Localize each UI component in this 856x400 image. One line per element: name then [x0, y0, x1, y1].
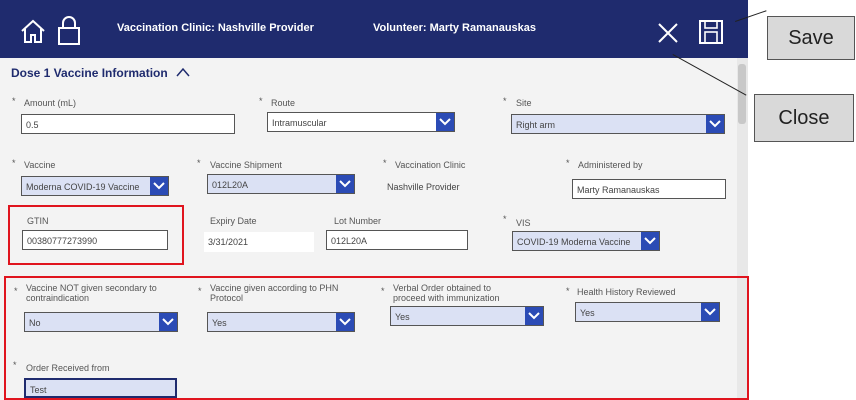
- save-icon[interactable]: [698, 19, 724, 45]
- lot-input[interactable]: 012L20A: [326, 230, 468, 250]
- gtin-highlight-box: [8, 205, 184, 265]
- consent-highlight-box: [4, 276, 749, 400]
- required-marker: *: [503, 96, 507, 106]
- chevron-down-icon[interactable]: [436, 113, 454, 131]
- route-select[interactable]: Intramuscular: [267, 112, 455, 132]
- section-title: Dose 1 Vaccine Information: [11, 66, 168, 80]
- amount-input[interactable]: 0.5: [21, 114, 235, 134]
- site-value: Right arm: [516, 120, 556, 130]
- vis-select[interactable]: COVID-19 Moderna Vaccine: [512, 231, 660, 251]
- lock-icon[interactable]: [56, 14, 82, 46]
- vis-value: COVID-19 Moderna Vaccine: [517, 237, 631, 247]
- chevron-down-icon[interactable]: [336, 175, 354, 193]
- expiry-value: 3/31/2021: [204, 232, 314, 252]
- required-marker: *: [12, 96, 16, 106]
- chevron-down-icon[interactable]: [706, 115, 724, 133]
- close-icon[interactable]: [657, 22, 679, 44]
- chevron-down-icon[interactable]: [641, 232, 659, 250]
- vis-label: VIS: [516, 218, 531, 228]
- home-icon[interactable]: [20, 18, 46, 44]
- required-marker: *: [197, 158, 201, 168]
- site-select[interactable]: Right arm: [511, 114, 725, 134]
- chevron-down-icon[interactable]: [150, 177, 168, 195]
- route-value: Intramuscular: [272, 118, 327, 128]
- vaccine-select[interactable]: Moderna COVID-19 Vaccine: [21, 176, 169, 196]
- required-marker: *: [12, 158, 16, 168]
- expiry-label: Expiry Date: [210, 216, 257, 226]
- site-label: Site: [516, 98, 532, 108]
- route-label: Route: [271, 98, 296, 108]
- volunteer-name: Volunteer: Marty Ramanauskas: [373, 22, 537, 34]
- shipment-select[interactable]: 012L20A: [207, 174, 355, 194]
- clinic-title: Vaccination Clinic: Nashville Provider: [117, 22, 314, 34]
- shipment-value: 012L20A: [212, 180, 249, 190]
- amount-label: Amount (mL): [24, 98, 77, 108]
- lot-label: Lot Number: [334, 216, 382, 226]
- shipment-label: Vaccine Shipment: [210, 160, 282, 170]
- vaccine-value: Moderna COVID-19 Vaccine: [26, 182, 140, 192]
- clinic-value: Nashville Provider: [387, 182, 460, 192]
- required-marker: *: [503, 214, 507, 224]
- administered-input[interactable]: Marty Ramanauskas: [572, 179, 726, 199]
- administered-label: Administered by: [578, 160, 643, 170]
- save-callout: Save: [767, 16, 855, 60]
- required-marker: *: [566, 158, 570, 168]
- close-callout: Close: [754, 94, 854, 142]
- required-marker: *: [383, 158, 387, 168]
- chevron-up-icon[interactable]: [175, 66, 191, 78]
- clinic-label: Vaccination Clinic: [395, 160, 466, 170]
- required-marker: *: [259, 96, 263, 106]
- vaccine-label: Vaccine: [24, 160, 56, 170]
- header-bar: Vaccination Clinic: Nashville Provider V…: [0, 0, 748, 58]
